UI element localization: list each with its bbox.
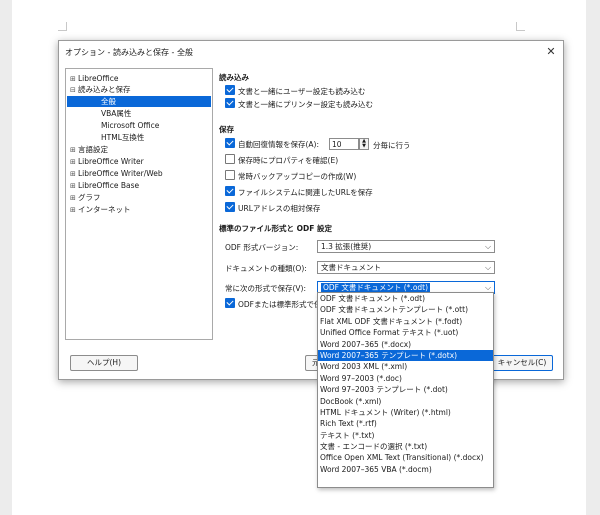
dialog-titlebar: オプション - 読み込みと保存 - 全般 ✕: [59, 41, 563, 63]
expand-icon[interactable]: ⊞: [70, 169, 78, 180]
autorecovery-unit-label: 分毎に行う: [373, 141, 411, 150]
tree-item-writer-web[interactable]: ⊞ LibreOffice Writer/Web: [70, 168, 163, 179]
tree-item-load-save[interactable]: ⊟ 読み込みと保存: [70, 84, 131, 95]
cancel-button[interactable]: キャンセル(C): [491, 355, 553, 371]
format-option-doc[interactable]: Word 97–2003 (*.doc): [318, 373, 493, 384]
default-format-heading: 標準のファイル形式と ODF 設定: [219, 224, 332, 233]
expand-icon[interactable]: ⊞: [70, 157, 78, 168]
format-option-ott[interactable]: ODF 文書ドキュメントテンプレート (*.ott): [318, 304, 493, 315]
format-option-docx[interactable]: Word 2007–365 (*.docx): [318, 339, 493, 350]
tree-item-base[interactable]: ⊞ LibreOffice Base: [70, 180, 139, 191]
load-printer-settings-option[interactable]: 文書と一緒にプリンター設定も読み込む: [225, 98, 373, 110]
relative-internet-url-checkbox[interactable]: [225, 202, 235, 212]
odf-version-label: ODF 形式バージョン:: [225, 243, 299, 252]
format-option-txt[interactable]: テキスト (*.txt): [318, 430, 493, 441]
save-format-dropdown-list: ODF 文書ドキュメント (*.odt) ODF 文書ドキュメントテンプレート …: [317, 292, 494, 488]
relative-filesystem-url-option[interactable]: ファイルシステムに関連したURLを保存: [225, 186, 373, 198]
tree-item-language[interactable]: ⊞ 言語設定: [70, 144, 108, 155]
crop-mark-top-right: [516, 22, 525, 31]
tree-item-chart[interactable]: ⊞ グラフ: [70, 192, 101, 203]
confirm-properties-option[interactable]: 保存時にプロパティを確認(E): [225, 154, 338, 166]
expand-icon[interactable]: ⊞: [70, 193, 78, 204]
dialog-title: オプション - 読み込みと保存 - 全般: [65, 48, 193, 57]
format-option-dot[interactable]: Word 97–2003 テンプレート (*.dot): [318, 384, 493, 395]
tree-item-libreoffice[interactable]: ⊞ LibreOffice: [70, 73, 118, 84]
save-heading: 保存: [219, 125, 234, 134]
format-option-docbook[interactable]: DocBook (*.xml): [318, 396, 493, 407]
format-option-fodt[interactable]: Flat XML ODF 文書ドキュメント (*.fodt): [318, 316, 493, 327]
format-option-ooxml-transitional[interactable]: Office Open XML Text (Transitional) (*.d…: [318, 452, 493, 463]
relative-internet-url-option[interactable]: URLアドレスの相対保存: [225, 202, 320, 214]
autorecovery-minutes-input[interactable]: 10: [329, 138, 359, 150]
odf-version-select[interactable]: 1.3 拡張(推奨) ⌵: [317, 240, 495, 253]
tree-item-ms-office[interactable]: Microsoft Office: [101, 120, 159, 131]
format-option-docm[interactable]: Word 2007–365 VBA (*.docm): [318, 464, 493, 475]
format-option-txt-encoded[interactable]: 文書 - エンコードの選択 (*.txt): [318, 441, 493, 452]
autorecovery-checkbox[interactable]: [225, 138, 235, 148]
format-option-uot[interactable]: Unified Office Format テキスト (*.uot): [318, 327, 493, 338]
chevron-down-icon: ⌵: [484, 242, 492, 251]
load-printer-settings-checkbox[interactable]: [225, 98, 235, 108]
load-user-settings-checkbox[interactable]: [225, 85, 235, 95]
autorecovery-option[interactable]: 自動回復情報を保存(A):: [225, 138, 319, 150]
format-option-html[interactable]: HTML ドキュメント (Writer) (*.html): [318, 407, 493, 418]
expand-icon[interactable]: ⊞: [70, 145, 78, 156]
warn-non-odf-checkbox[interactable]: [225, 298, 235, 308]
warn-non-odf-option[interactable]: ODFまたは標準形式で保: [225, 298, 322, 310]
expand-icon[interactable]: ⊞: [70, 205, 78, 216]
chevron-down-icon: ⌵: [484, 263, 492, 272]
autorecovery-stepper[interactable]: ▲ ▼: [359, 138, 369, 150]
format-option-odt[interactable]: ODF 文書ドキュメント (*.odt): [318, 293, 493, 304]
format-option-dotx[interactable]: Word 2007–365 テンプレート (*.dotx): [318, 349, 493, 362]
load-user-settings-option[interactable]: 文書と一緒にユーザー設定も読み込む: [225, 85, 365, 97]
doc-type-label: ドキュメントの種類(O):: [225, 264, 307, 273]
collapse-icon[interactable]: ⊟: [70, 85, 78, 96]
close-icon[interactable]: ✕: [543, 44, 559, 60]
tree-item-internet[interactable]: ⊞ インターネット: [70, 204, 131, 215]
backup-copy-checkbox[interactable]: [225, 170, 235, 180]
tree-item-writer[interactable]: ⊞ LibreOffice Writer: [70, 156, 144, 167]
doc-type-select[interactable]: 文書ドキュメント ⌵: [317, 261, 495, 274]
always-save-label: 常に次の形式で保存(V):: [225, 284, 307, 293]
expand-icon[interactable]: ⊞: [70, 181, 78, 192]
format-option-rtf[interactable]: Rich Text (*.rtf): [318, 418, 493, 429]
options-tree: ⊞ LibreOffice ⊟ 読み込みと保存 全般 VBA属性 Microsoft…: [65, 68, 213, 340]
backup-copy-option[interactable]: 常時バックアップコピーの作成(W): [225, 170, 356, 182]
tree-item-html-compat[interactable]: HTML互換性: [101, 132, 144, 143]
relative-filesystem-url-checkbox[interactable]: [225, 186, 235, 196]
confirm-properties-checkbox[interactable]: [225, 154, 235, 164]
crop-mark-top-left: [58, 22, 67, 31]
load-heading: 読み込み: [219, 73, 249, 82]
format-option-word2003-xml[interactable]: Word 2003 XML (*.xml): [318, 361, 493, 372]
tree-item-vba[interactable]: VBA属性: [101, 108, 131, 119]
tree-item-general[interactable]: 全般: [67, 96, 211, 107]
help-button[interactable]: ヘルプ(H): [70, 355, 138, 371]
